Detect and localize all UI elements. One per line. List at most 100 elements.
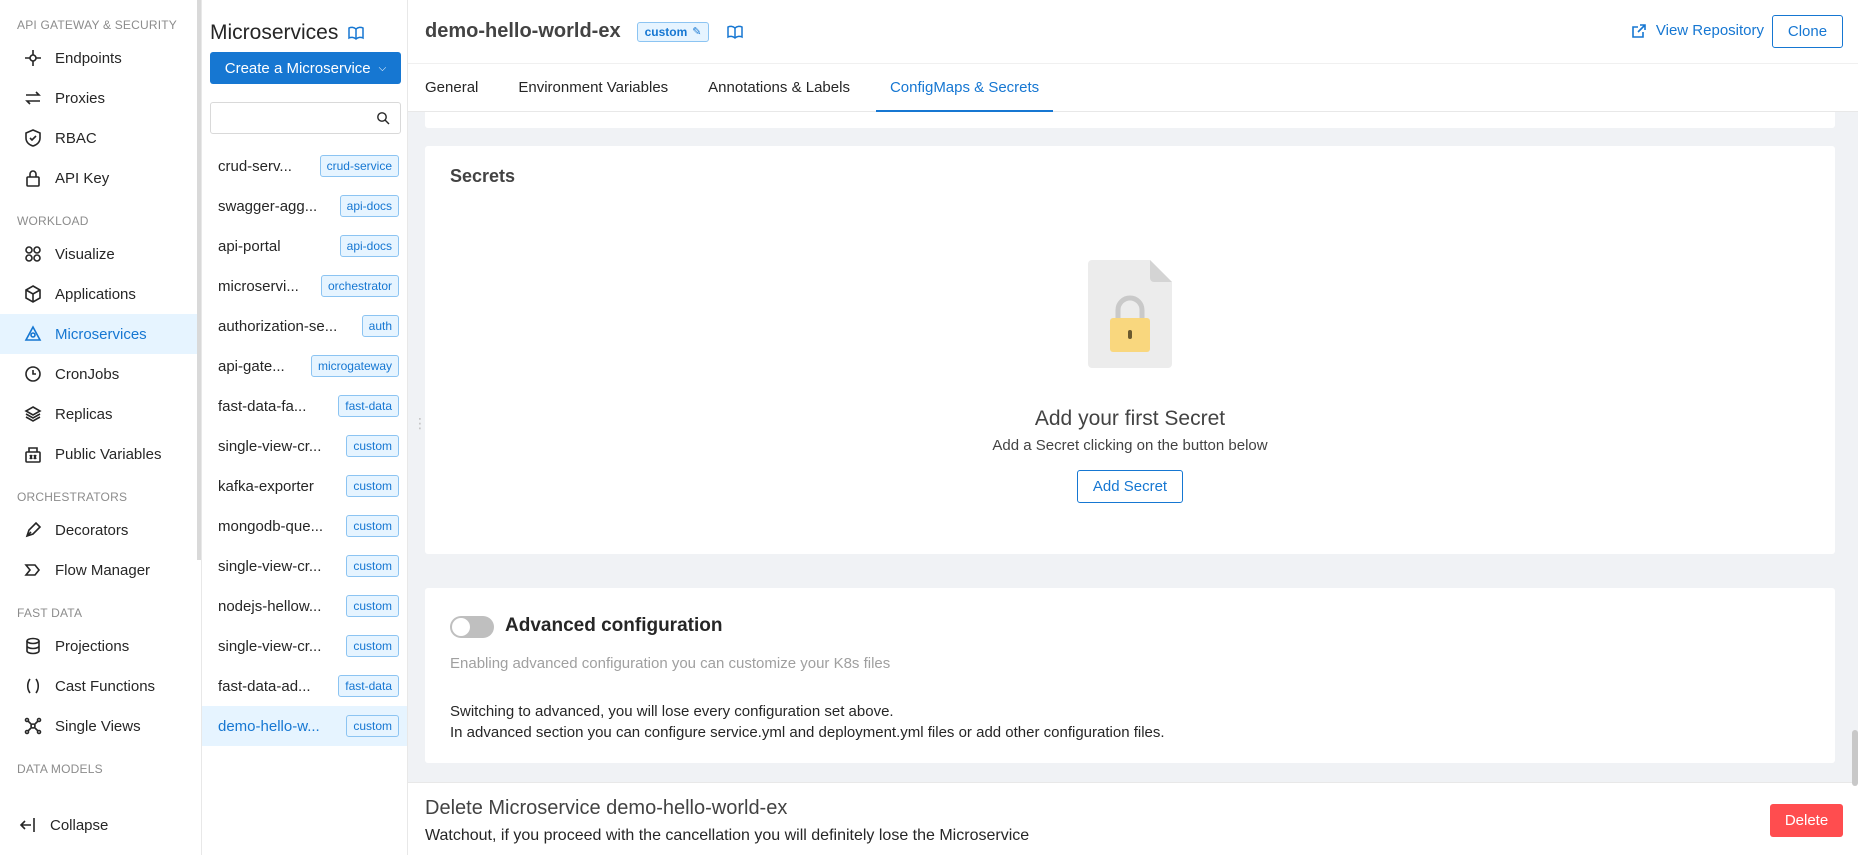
nav-item-public-variables[interactable]: Public Variables [0,434,201,474]
type-tag: fast-data [338,395,399,417]
advanced-configuration-note: Switching to advanced, you will lose eve… [450,701,1165,743]
microservice-item[interactable]: single-view-cr... custom [202,546,407,586]
nav-item-applications[interactable]: Applications [0,274,201,314]
microservice-name: authorization-se... [218,317,338,335]
nav-item-flow-manager[interactable]: Flow Manager [0,550,201,590]
nav-item-label: Visualize [55,245,115,263]
advanced-configuration-toggle[interactable] [450,616,494,638]
nav-item-replicas[interactable]: Replicas [0,394,201,434]
nav-item-label: RBAC [55,129,97,147]
microservice-name: mongodb-que... [218,517,324,535]
tab-environment-variables[interactable]: Environment Variables [504,64,682,112]
microservice-name: demo-hello-w... [218,717,320,735]
nav-section-title: API GATEWAY & SECURITY [17,18,177,32]
microservice-item-selected[interactable]: demo-hello-w... custom [202,706,407,746]
tab-configmaps-secrets[interactable]: ConfigMaps & Secrets [875,64,1054,112]
nav-section-title: FAST DATA [17,606,83,620]
collapse-button[interactable]: Collapse [0,805,108,845]
microservice-item[interactable]: single-view-cr... custom [202,426,407,466]
type-tag: orchestrator [320,275,399,297]
microservice-item[interactable]: mongodb-que... custom [202,506,407,546]
nav-item-label: Public Variables [55,445,162,463]
edit-icon: ✎ [692,26,702,38]
nav-item-single-views[interactable]: Single Views [0,706,201,746]
nav-item-visualize[interactable]: Visualize [0,234,201,274]
search-icon[interactable] [376,111,390,125]
main-content: demo-hello-world-ex custom ✎ View Reposi… [408,0,1858,855]
type-tag: custom [346,515,399,537]
nav-item-cronjobs[interactable]: CronJobs [0,354,201,394]
type-tag: api-docs [339,195,399,217]
view-repository-link[interactable]: View Repository [1632,22,1764,39]
note-line: In advanced section you can configure se… [450,724,1165,741]
add-secret-button[interactable]: Add Secret [1077,470,1183,503]
shield-icon [23,128,43,148]
nav-item-microservices[interactable]: Microservices [0,314,201,354]
microservice-name: single-view-cr... [218,437,322,455]
variables-icon [23,444,43,464]
microservice-item[interactable]: single-view-cr... custom [202,626,407,666]
chevron-down-icon: ⌵ [378,62,387,74]
type-tag: custom [346,555,399,577]
main-navigation: API GATEWAY & SECURITY Endpoints Proxies… [0,0,202,855]
search-input[interactable] [211,103,371,133]
search-box [210,102,401,134]
clone-button[interactable]: Clone [1772,15,1843,48]
nav-scrollbar[interactable] [197,0,201,560]
note-line: Switching to advanced, you will lose eve… [450,703,894,720]
microservices-title: Microservices [210,21,339,44]
nav-item-api-key[interactable]: API Key [0,158,201,198]
visualize-icon [23,244,43,264]
docs-book-icon[interactable] [348,26,365,40]
collapse-icon [18,815,38,835]
nav-item-endpoints[interactable]: Endpoints [0,38,201,78]
microservice-name: fast-data-fa... [218,397,307,415]
nav-item-label: Decorators [55,521,129,539]
type-tag-editable[interactable]: custom ✎ [636,21,710,42]
microservice-item[interactable]: authorization-se... auth [202,306,407,346]
secrets-empty-state: Add your first Secret Add a Secret click… [425,260,1835,503]
microservice-item[interactable]: microservi... orchestrator [202,266,407,306]
nav-item-label: Proxies [55,89,106,107]
microservice-item[interactable]: api-portal api-docs [202,226,407,266]
toggle-knob [452,618,470,636]
delete-microservice-section: Delete Microservice demo-hello-world-ex … [408,782,1858,855]
nav-item-projections[interactable]: Projections [0,626,201,666]
microservice-name: api-gate... [218,357,285,375]
microservice-name: kafka-exporter [218,477,314,495]
microservice-name: api-portal [218,237,281,255]
microservices-icon [23,324,43,344]
create-microservice-button[interactable]: Create a Microservice ⌵ [210,52,401,84]
microservice-item[interactable]: api-gate... microgateway [202,346,407,386]
create-microservice-label: Create a Microservice [224,59,371,77]
nav-item-label: Microservices [55,325,147,343]
microservice-item[interactable]: fast-data-ad... fast-data [202,666,407,706]
microservice-item[interactable]: crud-serv... crud-service [202,146,407,186]
detail-tabs: General Environment Variables Annotation… [408,64,1858,112]
nav-section-title: DATA MODELS [17,762,103,776]
configmaps-card-bottom [425,112,1835,128]
nav-item-proxies[interactable]: Proxies [0,78,201,118]
pen-icon [23,520,43,540]
tab-content: Secrets Add your first Secret Add a Secr… [425,112,1835,763]
lock-icon [23,168,43,188]
database-icon [23,636,43,656]
microservice-item[interactable]: kafka-exporter custom [202,466,407,506]
nav-item-rbac[interactable]: RBAC [0,118,201,158]
advanced-configuration-card: Advanced configuration Enabling advanced… [425,588,1835,763]
tab-general[interactable]: General [411,64,492,112]
microservice-item[interactable]: swagger-agg... api-docs [202,186,407,226]
content-scrollbar[interactable] [1852,730,1858,786]
microservice-item[interactable]: fast-data-fa... fast-data [202,386,407,426]
tab-annotations-labels[interactable]: Annotations & Labels [694,64,864,112]
nav-item-decorators[interactable]: Decorators [0,510,201,550]
delete-button[interactable]: Delete [1770,804,1843,837]
type-tag: api-docs [339,235,399,257]
delete-title: Delete Microservice demo-hello-world-ex [425,797,788,819]
nav-item-label: Applications [55,285,136,303]
nav-item-label: Endpoints [55,49,122,67]
docs-book-icon[interactable] [727,25,744,39]
nav-item-label: Cast Functions [55,677,156,695]
microservice-item[interactable]: nodejs-hellow... custom [202,586,407,626]
nav-item-cast-functions[interactable]: Cast Functions [0,666,201,706]
